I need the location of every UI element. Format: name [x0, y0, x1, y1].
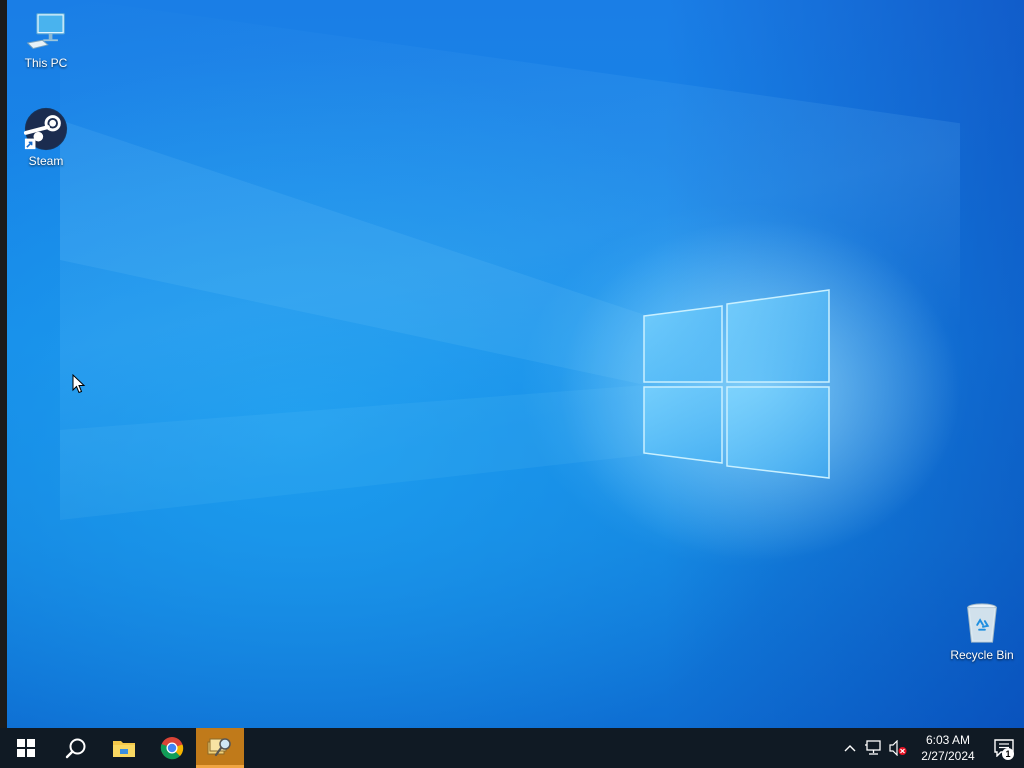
- windows-start-icon: [17, 739, 35, 757]
- system-tray: 6:03 AM 2/27/2024 1: [838, 728, 1024, 768]
- chrome-button[interactable]: [148, 728, 196, 768]
- start-button[interactable]: [0, 728, 52, 768]
- recycle-bin-icon: [967, 603, 997, 643]
- active-app-button[interactable]: [196, 728, 244, 768]
- active-app-icon: [207, 737, 231, 756]
- search-button[interactable]: [52, 728, 100, 768]
- clock-date: 2/27/2024: [921, 749, 975, 763]
- this-pc-label: This PC: [24, 56, 68, 70]
- desktop[interactable]: This PC Steam Recycle Bin 6:03 AM 2/27/2…: [0, 0, 1024, 768]
- network-icon: [865, 740, 881, 755]
- chrome-icon: [160, 737, 184, 760]
- search-icon: [65, 738, 86, 759]
- volume-button[interactable]: [886, 728, 910, 768]
- screen-left-edge: [0, 0, 7, 728]
- desktop-icon-recycle-bin[interactable]: Recycle Bin: [944, 600, 1020, 662]
- chevron-up-icon: [844, 745, 856, 752]
- desktop-icon-steam[interactable]: Steam: [8, 106, 84, 168]
- steam-icon: [23, 107, 68, 151]
- notification-count-badge: 1: [1002, 748, 1014, 760]
- this-pc-icon: [26, 13, 65, 50]
- clock-time: 6:03 AM: [925, 733, 971, 747]
- desktop-icon-this-pc[interactable]: This PC: [8, 10, 84, 70]
- volume-muted-icon: [889, 740, 907, 756]
- show-hidden-icons-button[interactable]: [838, 728, 862, 768]
- clock[interactable]: 6:03 AM 2/27/2024: [916, 732, 980, 764]
- recycle-bin-label: Recycle Bin: [950, 648, 1014, 662]
- file-explorer-icon: [113, 741, 135, 757]
- action-center-button[interactable]: 1: [984, 728, 1024, 768]
- steam-label: Steam: [28, 154, 64, 168]
- network-button[interactable]: [862, 728, 886, 768]
- taskbar: 6:03 AM 2/27/2024 1: [0, 728, 1024, 768]
- file-explorer-button[interactable]: [100, 728, 148, 768]
- windows-logo-wallpaper: [60, 120, 960, 560]
- mouse-cursor-icon: [72, 374, 86, 394]
